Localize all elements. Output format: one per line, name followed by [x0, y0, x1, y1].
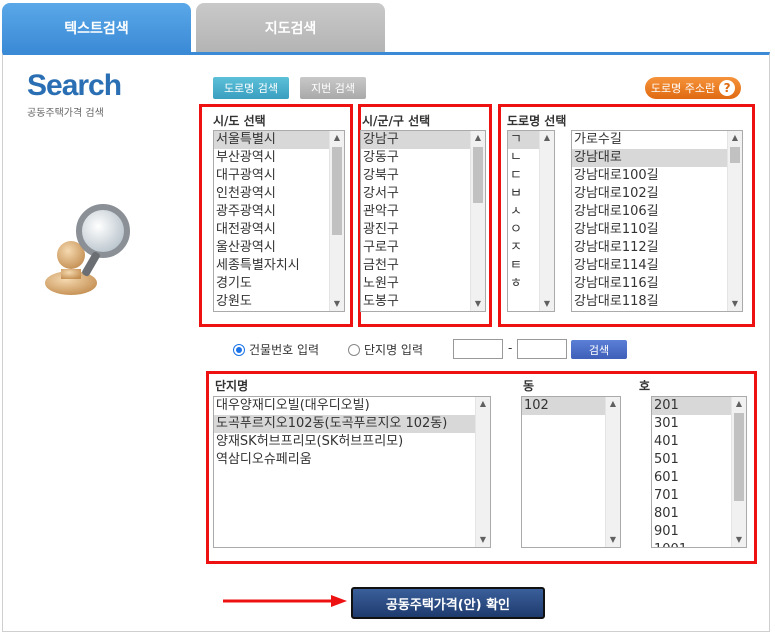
- logo-title: Search: [27, 69, 122, 102]
- initial-scrollbar[interactable]: ▲ ▼: [539, 131, 554, 311]
- complex-option[interactable]: 대우양재디오빌(대우디오빌): [214, 397, 490, 415]
- road-option[interactable]: 강남대로106길: [572, 203, 742, 221]
- question-icon: ?: [719, 80, 736, 96]
- sigungu-option[interactable]: 강서구: [361, 185, 485, 203]
- jibun-search-button[interactable]: 지번 검색: [300, 77, 366, 99]
- road-option[interactable]: 강남대로118길: [572, 293, 742, 311]
- range-dash: -: [508, 341, 513, 355]
- tab-map-search[interactable]: 지도검색: [196, 3, 385, 52]
- sigungu-option[interactable]: 강남구: [361, 131, 485, 149]
- arrow-right-icon: [223, 595, 347, 607]
- logo-subtitle: 공동주택가격 검색: [27, 108, 104, 119]
- complex-title: 단지명: [215, 379, 249, 393]
- road-option[interactable]: 강남대로112길: [572, 239, 742, 257]
- scroll-down-icon[interactable]: ▼: [476, 533, 490, 547]
- sido-option[interactable]: 대구광역시: [214, 167, 344, 185]
- road-option[interactable]: 가로수길: [572, 131, 742, 149]
- radio-building-no[interactable]: [233, 343, 245, 356]
- tab-bar: 텍스트검색 지도검색: [0, 0, 775, 52]
- scroll-down-icon[interactable]: ▼: [540, 297, 554, 311]
- sigungu-option[interactable]: 도봉구: [361, 293, 485, 311]
- ho-scrollbar[interactable]: ▲ ▼: [731, 397, 746, 547]
- road-name-list[interactable]: 가로수길 강남대로 강남대로100길 강남대로102길 강남대로106길 강남대로110길…: [571, 130, 743, 312]
- sigungu-option[interactable]: 강동구: [361, 149, 485, 167]
- sigungu-list[interactable]: 강남구 강동구 강북구 강서구 관악구 광진구 구로구 금천구 노원구 도봉구 ▲ ▼: [360, 130, 486, 312]
- confirm-price-button[interactable]: 공동주택가격(안) 확인: [351, 587, 545, 619]
- road-title: 도로명 선택: [507, 114, 567, 128]
- sigungu-option[interactable]: 구로구: [361, 239, 485, 257]
- road-option[interactable]: 강남대로102길: [572, 185, 742, 203]
- scroll-up-icon[interactable]: ▲: [606, 397, 620, 411]
- complex-scrollbar[interactable]: ▲ ▼: [475, 397, 490, 547]
- scroll-thumb[interactable]: [332, 147, 342, 235]
- building-no-label: 건물번호 입력: [249, 343, 320, 357]
- sido-option[interactable]: 광주광역시: [214, 203, 344, 221]
- road-option[interactable]: 강남대로: [572, 149, 742, 167]
- sido-title: 시/도 선택: [213, 114, 266, 128]
- road-option[interactable]: 강남대로116길: [572, 275, 742, 293]
- sigungu-option[interactable]: 노원구: [361, 275, 485, 293]
- sigungu-option[interactable]: 금천구: [361, 257, 485, 275]
- dong-title: 동: [523, 379, 535, 393]
- scroll-up-icon[interactable]: ▲: [476, 397, 490, 411]
- sido-option[interactable]: 강원도: [214, 293, 344, 311]
- sigungu-option[interactable]: 관악구: [361, 203, 485, 221]
- sido-scrollbar[interactable]: ▲ ▼: [329, 131, 344, 311]
- scroll-down-icon[interactable]: ▼: [728, 297, 742, 311]
- dong-list[interactable]: 102 ▲ ▼: [521, 396, 621, 548]
- sigungu-title: 시/군/구 선택: [362, 114, 431, 128]
- search-panel: Search 공동주택가격 검색 도로명 검색 지번 검색 도로명 주소란 ? …: [2, 52, 770, 632]
- range-search-button[interactable]: 검색: [571, 340, 627, 359]
- scroll-thumb[interactable]: [473, 147, 483, 203]
- road-address-help-button[interactable]: 도로명 주소란 ?: [645, 77, 741, 99]
- sido-option[interactable]: 인천광역시: [214, 185, 344, 203]
- scroll-up-icon[interactable]: ▲: [728, 131, 742, 145]
- person-search-icon: [45, 204, 130, 295]
- ho-list[interactable]: 20130140150160170180190110011101 ▲ ▼: [651, 396, 747, 548]
- complex-option[interactable]: 역삼디오슈페리움: [214, 451, 490, 469]
- sido-list[interactable]: 서울특별시 부산광역시 대구광역시 인천광역시 광주광역시 대전광역시 울산광역시 세종특별자…: [213, 130, 345, 312]
- complex-option[interactable]: 도곡푸르지오102동(도곡푸르지오 102동): [214, 415, 490, 433]
- range-to-input[interactable]: [517, 339, 567, 359]
- radio-complex-name[interactable]: [348, 343, 360, 356]
- complex-name-option[interactable]: 단지명 입력: [348, 341, 423, 358]
- sido-option[interactable]: 대전광역시: [214, 221, 344, 239]
- sigungu-option[interactable]: 강북구: [361, 167, 485, 185]
- complex-list[interactable]: 대우양재디오빌(대우디오빌) 도곡푸르지오102동(도곡푸르지오 102동) 양재S…: [213, 396, 491, 548]
- sido-option[interactable]: 부산광역시: [214, 149, 344, 167]
- complex-option[interactable]: 양재SK허브프리모(SK허브프리모): [214, 433, 490, 451]
- scroll-down-icon[interactable]: ▼: [471, 297, 485, 311]
- sido-option[interactable]: 울산광역시: [214, 239, 344, 257]
- building-no-option[interactable]: 건물번호 입력: [233, 341, 319, 358]
- complex-name-label: 단지명 입력: [364, 343, 424, 357]
- range-from-input[interactable]: [453, 339, 503, 359]
- sigungu-option[interactable]: 광진구: [361, 221, 485, 239]
- scroll-up-icon[interactable]: ▲: [732, 397, 746, 411]
- tab-text-search[interactable]: 텍스트검색: [2, 3, 191, 52]
- scroll-down-icon[interactable]: ▼: [606, 533, 620, 547]
- sido-option[interactable]: 서울특별시: [214, 131, 344, 149]
- scroll-down-icon[interactable]: ▼: [330, 297, 344, 311]
- scroll-up-icon[interactable]: ▲: [471, 131, 485, 145]
- ho-title: 호: [639, 379, 651, 393]
- scroll-down-icon[interactable]: ▼: [732, 533, 746, 547]
- scroll-thumb[interactable]: [734, 413, 744, 501]
- road-option[interactable]: 강남대로114길: [572, 257, 742, 275]
- road-option[interactable]: 강남대로110길: [572, 221, 742, 239]
- road-search-button[interactable]: 도로명 검색: [213, 77, 289, 99]
- road-option[interactable]: 강남대로100길: [572, 167, 742, 185]
- road-scrollbar[interactable]: ▲ ▼: [727, 131, 742, 311]
- help-label: 도로명 주소란: [650, 82, 716, 95]
- dong-scrollbar[interactable]: ▲ ▼: [605, 397, 620, 547]
- road-initial-list[interactable]: ㄱㄴㄷㅂㅅㅇㅈㅌㅎ ▲ ▼: [507, 130, 555, 312]
- sido-option[interactable]: 경기도: [214, 275, 344, 293]
- scroll-up-icon[interactable]: ▲: [540, 131, 554, 145]
- sido-option[interactable]: 세종특별자치시: [214, 257, 344, 275]
- scroll-up-icon[interactable]: ▲: [330, 131, 344, 145]
- scroll-thumb[interactable]: [730, 147, 740, 163]
- sigungu-scrollbar[interactable]: ▲ ▼: [470, 131, 485, 311]
